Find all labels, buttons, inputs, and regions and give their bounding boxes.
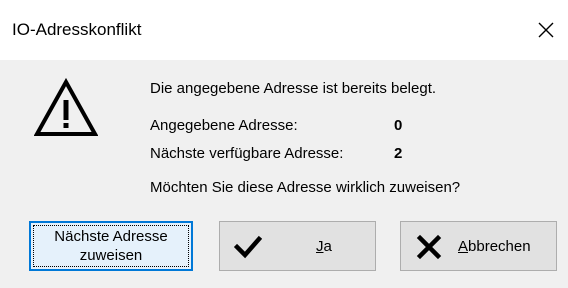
- dialog-content: Die angegebene Adresse ist bereits beleg…: [0, 60, 568, 288]
- yes-label: Ja: [316, 237, 332, 256]
- assign-next-address-button[interactable]: Nächste Adresse zuweisen: [29, 221, 193, 271]
- assign-next-label-line1: Nächste Adresse: [54, 228, 168, 245]
- warning-icon: [34, 78, 98, 136]
- assign-next-label-line2: zuweisen: [79, 247, 143, 264]
- cancel-label: Abbrechen: [458, 237, 531, 256]
- cancel-label-rest: bbrechen: [468, 238, 531, 255]
- yes-button[interactable]: Ja: [219, 221, 376, 271]
- cancel-button[interactable]: Abbrechen: [400, 221, 557, 271]
- confirm-question: Möchten Sie diese Adresse wirklich zuwei…: [150, 179, 461, 196]
- cancel-mnemonic: A: [458, 238, 469, 255]
- window-title: IO-Adresskonflikt: [12, 20, 142, 39]
- title-bar: IO-Adresskonflikt: [0, 0, 568, 60]
- given-address-label: Angegebene Adresse:: [150, 117, 298, 134]
- x-icon: [416, 234, 442, 260]
- yes-mnemonic: J: [316, 238, 324, 255]
- given-address-value: 0: [394, 117, 403, 134]
- next-address-value: 2: [394, 145, 403, 162]
- dialog-window: IO-Adresskonflikt Die angegebene Adresse…: [0, 0, 568, 288]
- message-main: Die angegebene Adresse ist bereits beleg…: [150, 80, 437, 97]
- yes-label-rest: a: [323, 238, 332, 255]
- close-button[interactable]: [524, 8, 568, 52]
- checkmark-icon: [234, 235, 262, 259]
- close-icon: [538, 22, 554, 38]
- next-address-label: Nächste verfügbare Adresse:: [150, 145, 344, 162]
